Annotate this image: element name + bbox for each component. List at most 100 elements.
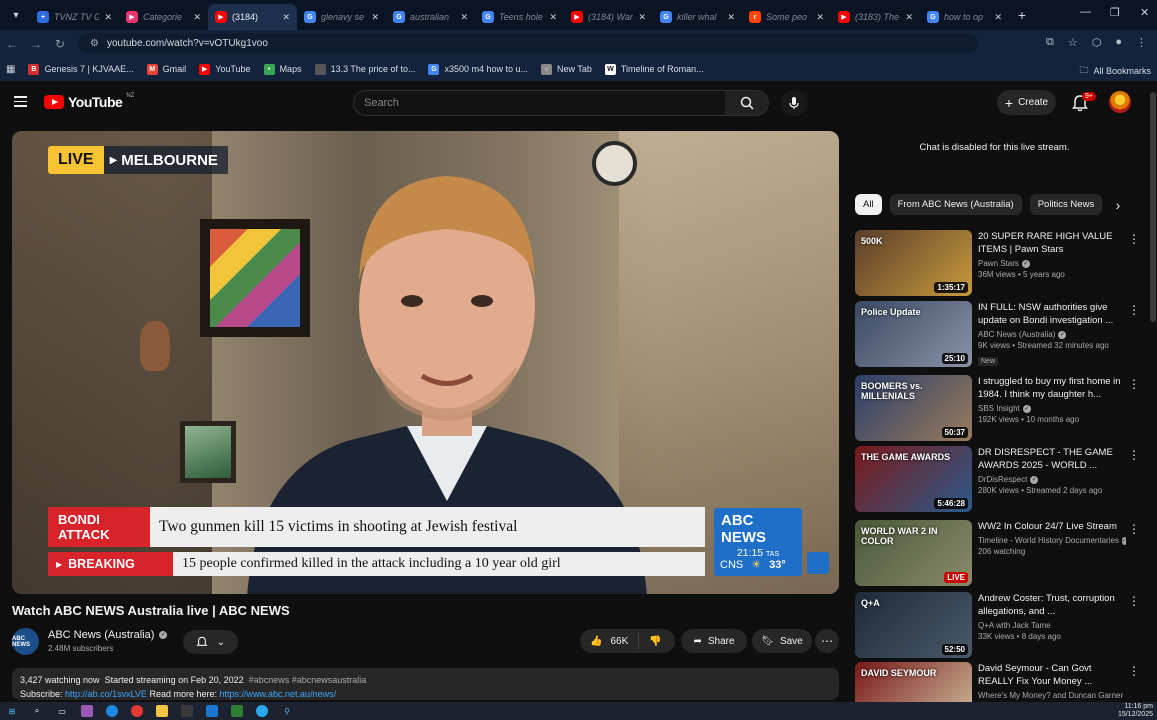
- video-title[interactable]: I struggled to buy my first home in 1984…: [978, 375, 1126, 401]
- url-field[interactable]: ⚙ youtube.com/watch?v=vOTUkg1voo: [78, 33, 978, 54]
- video-player[interactable]: LIVE ▶ MELBOURNE BONDI ATTACK Two gunmen…: [12, 131, 839, 594]
- channel-name[interactable]: SBS Insight: [978, 404, 1020, 413]
- reload-icon[interactable]: ↻: [48, 37, 72, 51]
- browser-tab[interactable]: ▶ Categorie ✕: [119, 4, 208, 30]
- video-title[interactable]: DR DISRESPECT - THE GAME AWARDS 2025 - W…: [978, 446, 1126, 472]
- site-info-icon[interactable]: ⚙: [90, 38, 99, 49]
- bookmark-item[interactable]: W Timeline of Roman...: [604, 63, 704, 75]
- channel-name[interactable]: DrDisRespect: [978, 475, 1027, 484]
- bookmark-item[interactable]: 13.3 The price of to...: [314, 63, 415, 75]
- close-tab-icon[interactable]: ✕: [371, 12, 379, 23]
- more-options-icon[interactable]: ⋮: [1128, 522, 1140, 536]
- recommended-video[interactable]: 500K 1:35:17 20 SUPER RARE HIGH VALUE ITEM…: [855, 230, 1140, 296]
- tab-search-icon[interactable]: ▾: [6, 5, 26, 25]
- channel-name[interactable]: Q+A with Jack Tame: [978, 621, 1051, 630]
- video-thumbnail[interactable]: 500K 1:35:17: [855, 230, 972, 296]
- more-options-icon[interactable]: ⋮: [1128, 377, 1140, 391]
- search-icon[interactable]: ⌕: [31, 705, 43, 717]
- browser-tab[interactable]: G Teens hole ✕: [475, 4, 564, 30]
- video-title[interactable]: IN FULL: NSW authorities give update on …: [978, 301, 1126, 327]
- more-actions-button[interactable]: ⋯: [815, 629, 839, 653]
- calculator-icon[interactable]: [181, 705, 193, 717]
- telegram-icon[interactable]: [256, 705, 268, 717]
- bookmark-item[interactable]: B Genesis 7 | KJVAAE...: [28, 63, 134, 75]
- apps-grid-icon[interactable]: ▦: [6, 64, 15, 75]
- browser-tab[interactable]: + TVNZ TV G ✕: [30, 4, 119, 30]
- recommended-video[interactable]: Q+A 52:50 Andrew Coster: Trust, corruption…: [855, 592, 1140, 658]
- more-options-icon[interactable]: ⋮: [1128, 303, 1140, 317]
- bookmark-item[interactable]: ▶ YouTube: [199, 63, 251, 75]
- video-thumbnail[interactable]: Police Update 25:10: [855, 301, 972, 367]
- guide-menu-icon[interactable]: [14, 96, 27, 107]
- browser-tab[interactable]: Ghow to op ✕: [920, 4, 1009, 30]
- close-window-icon[interactable]: ✕: [1140, 6, 1149, 19]
- chrome-icon[interactable]: [131, 705, 143, 717]
- maps-pin-icon[interactable]: ⚲: [281, 705, 293, 717]
- video-title[interactable]: WW2 In Colour 24/7 Live Stream: [978, 520, 1126, 533]
- close-tab-icon[interactable]: ✕: [193, 12, 201, 23]
- voice-search-button[interactable]: [780, 90, 808, 116]
- channel-name[interactable]: Pawn Stars: [978, 259, 1019, 268]
- close-tab-icon[interactable]: ✕: [549, 12, 557, 23]
- edge-icon[interactable]: [106, 705, 118, 717]
- close-tab-icon[interactable]: ✕: [816, 12, 824, 23]
- profile-icon[interactable]: ●: [1115, 36, 1122, 49]
- all-bookmarks-button[interactable]: 🗀 All Bookmarks: [1079, 63, 1151, 79]
- filter-chip[interactable]: Politics News: [1029, 194, 1103, 215]
- filter-chip[interactable]: From ABC News (Australia): [889, 194, 1022, 215]
- more-options-icon[interactable]: ⋮: [1128, 232, 1140, 246]
- channel-name[interactable]: ABC News (Australia): [978, 330, 1055, 339]
- bookmark-item[interactable]: • Maps: [263, 63, 302, 75]
- video-thumbnail[interactable]: WORLD WAR 2 IN COLOR LIVE: [855, 520, 972, 586]
- subscribe-link[interactable]: http://ab.co/1svxLVE: [65, 689, 147, 699]
- install-icon[interactable]: ⧉: [1046, 36, 1054, 49]
- video-thumbnail[interactable]: THE GAME AWARDS 5:46:28: [855, 446, 972, 512]
- close-tab-icon[interactable]: ✕: [104, 12, 112, 23]
- maximize-icon[interactable]: ❐: [1110, 6, 1120, 19]
- channel-name[interactable]: ABC News (Australia) ✓: [48, 629, 168, 641]
- menu-dots-icon[interactable]: ⋮: [1136, 36, 1147, 49]
- bookmark-star-icon[interactable]: ☆: [1068, 36, 1078, 49]
- chevron-right-icon[interactable]: ›: [1108, 195, 1128, 215]
- close-tab-icon[interactable]: ✕: [727, 12, 735, 23]
- description-box[interactable]: 3,427 watching now Started streaming on …: [12, 668, 839, 700]
- account-avatar[interactable]: [1109, 91, 1131, 113]
- share-button[interactable]: ➦ Share: [681, 629, 747, 653]
- read-more-link[interactable]: https://www.abc.net.au/news/: [220, 689, 337, 699]
- close-tab-icon[interactable]: ✕: [282, 12, 290, 23]
- back-icon[interactable]: ←: [0, 37, 24, 51]
- search-button[interactable]: [725, 90, 769, 116]
- browser-tab[interactable]: Gglenavy se ✕: [297, 4, 386, 30]
- browser-tab[interactable]: ▶ (3184) War ✕: [564, 4, 653, 30]
- video-title[interactable]: Andrew Coster: Trust, corruption allegat…: [978, 592, 1126, 618]
- more-options-icon[interactable]: ⋮: [1128, 448, 1140, 462]
- video-title[interactable]: David Seymour - Can Govt REALLY Fix Your…: [978, 662, 1126, 688]
- minimize-icon[interactable]: —: [1080, 6, 1091, 18]
- recommended-video[interactable]: WORLD WAR 2 IN COLOR LIVE WW2 In Colour 24…: [855, 520, 1140, 586]
- save-button[interactable]: 🔖︎ Save: [752, 629, 812, 653]
- start-icon[interactable]: ⊞: [6, 705, 18, 717]
- channel-name[interactable]: Timeline - World History Documentaries: [978, 536, 1119, 545]
- close-tab-icon[interactable]: ✕: [994, 12, 1002, 23]
- dislike-button[interactable]: 👎: [639, 636, 671, 647]
- recommended-video[interactable]: Police Update 25:10 IN FULL: NSW authoriti…: [855, 301, 1140, 367]
- browser-tab[interactable]: ▶ (3183) The ✕: [831, 4, 920, 30]
- video-title[interactable]: 20 SUPER RARE HIGH VALUE ITEMS | Pawn St…: [978, 230, 1126, 256]
- filter-chip[interactable]: All: [855, 194, 882, 215]
- teams-icon[interactable]: [231, 705, 243, 717]
- search-input[interactable]: Search: [353, 90, 726, 116]
- video-thumbnail[interactable]: Q+A 52:50: [855, 592, 972, 658]
- bookmark-item[interactable]: M Gmail: [146, 63, 186, 75]
- more-options-icon[interactable]: ⋮: [1128, 664, 1140, 678]
- forward-icon[interactable]: →: [24, 37, 48, 51]
- subscription-bell-button[interactable]: ⌄: [183, 630, 238, 654]
- browser-tab[interactable]: ▶ (3184) ✕: [208, 4, 297, 30]
- like-button[interactable]: 👍 66K: [580, 633, 640, 649]
- page-scrollbar[interactable]: [1150, 92, 1156, 322]
- extensions-icon[interactable]: ⬡: [1092, 36, 1102, 49]
- hashtags[interactable]: #abcnews #abcnewsaustralia: [249, 675, 367, 685]
- channel-avatar[interactable]: ABC NEWS: [12, 628, 39, 655]
- channel-name[interactable]: Where's My Money? and Duncan Garner: [978, 691, 1123, 700]
- new-tab-button[interactable]: +: [1013, 6, 1031, 24]
- close-tab-icon[interactable]: ✕: [460, 12, 468, 23]
